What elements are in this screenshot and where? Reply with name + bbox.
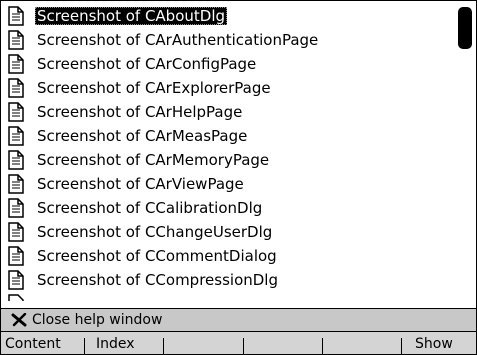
list-item[interactable]: Screenshot of CArMeasPage [7,124,249,148]
menu-separator [163,338,164,354]
index-button[interactable]: Index [96,332,135,354]
list-item[interactable]: Screenshot of CArAuthenticationPage [7,28,320,52]
document-icon [8,54,24,74]
list-item-label: Screenshot of CArAuthenticationPage [37,31,319,49]
list-item-label: Screenshot of CArViewPage [37,175,244,193]
menu-separator [322,338,323,354]
document-icon [8,150,24,170]
list-item-label: Screenshot of CArExplorerPage [37,79,271,97]
scrollbar-thumb[interactable] [458,7,472,49]
list-item-label: Screenshot of CAboutDlg [35,7,228,25]
help-window: Screenshot of CAboutDlg Screenshot of CA… [0,0,477,355]
list-item-label: Screenshot of CArMeasPage [37,127,248,145]
document-icon [8,6,24,26]
document-icon [8,126,24,146]
document-icon [8,78,24,98]
list-item[interactable]: Screenshot of CCalibrationDlg [7,196,264,220]
list-item-label: Screenshot of CArConfigPage [37,55,257,73]
menu-bar: Content Index Show [1,332,476,354]
document-icon [8,174,24,194]
content-button[interactable]: Content [5,332,61,354]
document-icon [8,198,24,218]
document-icon [8,30,24,50]
menu-separator [84,338,85,354]
menu-separator [401,338,402,354]
menu-separator [243,338,244,354]
list-item[interactable]: Screenshot of CCompressionDlg [7,268,280,292]
document-icon [8,102,24,122]
list-item-label: Screenshot of CCommentDialog [37,247,277,265]
show-button[interactable]: Show [415,332,453,354]
close-x-icon [11,313,27,327]
document-icon [8,270,24,290]
list-item[interactable]: Screenshot of CArConfigPage [7,52,258,76]
close-help-bar[interactable]: Close help window [1,308,476,332]
list-item-label: Screenshot of CCompressionDlg [37,271,278,289]
list-item[interactable]: Screenshot of CArViewPage [7,172,246,196]
document-icon [8,294,24,301]
list-item[interactable]: Screenshot of CArHelpPage [7,100,244,124]
list-item[interactable]: Screenshot of CArMemoryPage [7,148,271,172]
close-help-label: Close help window [32,312,163,328]
list-item[interactable]: Screenshot of CArExplorerPage [7,76,273,100]
list-item-partial [7,292,25,301]
list-item[interactable]: Screenshot of CCommentDialog [7,244,279,268]
document-icon [8,246,24,266]
help-topic-list[interactable]: Screenshot of CAboutDlg Screenshot of CA… [1,1,476,301]
list-item[interactable]: Screenshot of CChangeUserDlg [7,220,274,244]
document-icon [8,222,24,242]
list-item-label: Screenshot of CChangeUserDlg [37,223,273,241]
list-item-label: Screenshot of CCalibrationDlg [37,199,263,217]
list-item-label: Screenshot of CArHelpPage [37,103,243,121]
list-item-label: Screenshot of CArMemoryPage [37,151,270,169]
list-item[interactable]: Screenshot of CAboutDlg [7,4,228,28]
